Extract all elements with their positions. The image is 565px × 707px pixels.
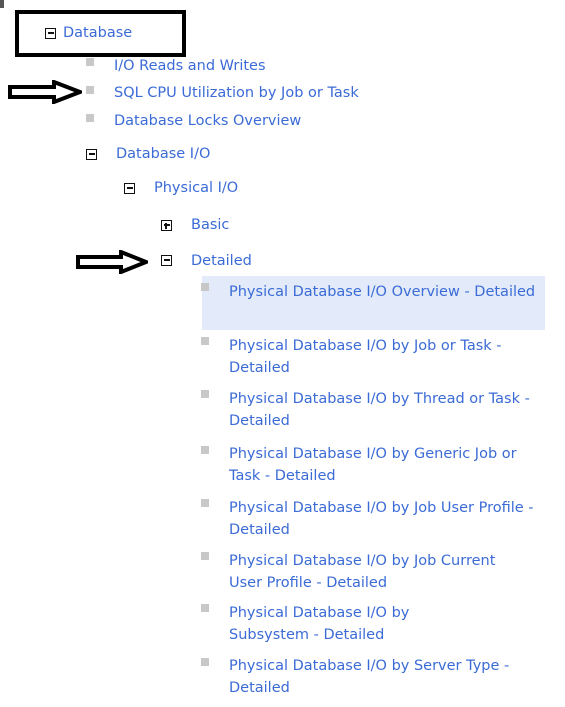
leaf-bullet-icon — [201, 658, 209, 666]
tree-item-sql-cpu-utilization[interactable]: SQL CPU Utilization by Job or Task — [114, 85, 359, 101]
leaf-bullet-icon — [201, 337, 209, 345]
collapse-physical-io-icon[interactable] — [124, 183, 135, 194]
leaf-bullet-icon — [86, 86, 94, 94]
leaf-bullet-icon — [201, 604, 209, 612]
tree-item-physical-db-io-by-job-current-user[interactable]: Physical Database I/O by Job Current Use… — [229, 550, 519, 594]
tree-item-physical-db-io-by-job-user-profile[interactable]: Physical Database I/O by Job User Profil… — [229, 497, 549, 541]
collapse-detailed-icon[interactable] — [161, 255, 172, 266]
tree-item-physical-db-io-by-generic-job[interactable]: Physical Database I/O by Generic Job or … — [229, 443, 544, 487]
leaf-bullet-icon — [201, 552, 209, 560]
leaf-bullet-icon — [86, 58, 94, 66]
tree-node-physical-io[interactable]: Physical I/O — [154, 180, 238, 196]
tree-item-database-locks-overview[interactable]: Database Locks Overview — [114, 113, 301, 129]
tree-node-database-io[interactable]: Database I/O — [116, 146, 210, 162]
tree-item-physical-db-io-by-job-or-task[interactable]: Physical Database I/O by Job or Task - D… — [229, 335, 539, 379]
tree-item-physical-db-io-overview-detailed[interactable]: Physical Database I/O Overview - Detaile… — [229, 281, 559, 303]
annotation-box — [15, 10, 186, 57]
tree-node-basic[interactable]: Basic — [191, 217, 229, 233]
panel-border-stub — [0, 0, 4, 8]
leaf-bullet-icon — [86, 114, 94, 122]
right-arrow-icon — [8, 80, 82, 104]
tree-item-physical-db-io-by-subsystem[interactable]: Physical Database I/O by Subsystem - Det… — [229, 602, 489, 646]
tree-node-detailed[interactable]: Detailed — [191, 253, 252, 269]
expand-basic-icon[interactable] — [161, 220, 172, 231]
tree-item-physical-db-io-by-thread-or-task[interactable]: Physical Database I/O by Thread or Task … — [229, 388, 539, 432]
leaf-bullet-icon — [201, 283, 209, 291]
tree-item-physical-db-io-by-server-type[interactable]: Physical Database I/O by Server Type - D… — [229, 655, 549, 699]
leaf-bullet-icon — [201, 499, 209, 507]
tree-item-io-reads-writes[interactable]: I/O Reads and Writes — [114, 58, 266, 74]
tree-panel: Database I/O Reads and Writes SQL CPU Ut… — [0, 0, 565, 707]
leaf-bullet-icon — [201, 446, 209, 454]
right-arrow-icon — [76, 250, 148, 274]
collapse-database-io-icon[interactable] — [86, 149, 97, 160]
leaf-bullet-icon — [201, 390, 209, 398]
